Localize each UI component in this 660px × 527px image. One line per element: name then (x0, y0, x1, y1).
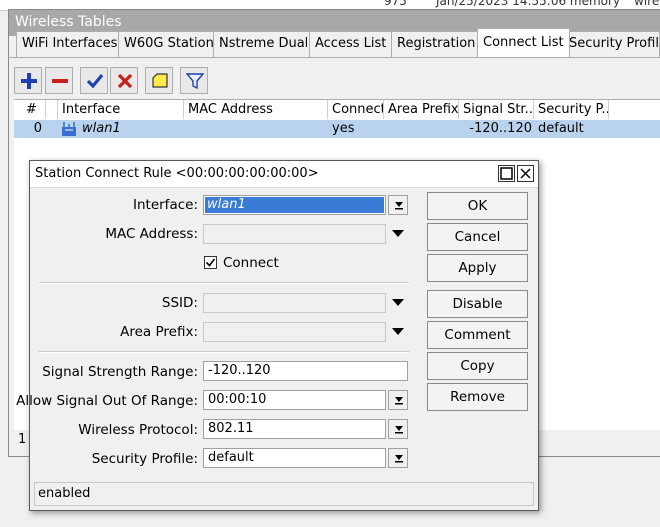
area-prefix-dropdown[interactable] (388, 322, 408, 342)
separator (39, 282, 409, 284)
enable-button[interactable] (80, 67, 108, 94)
comment-icon (152, 73, 168, 88)
disable-button[interactable] (110, 67, 138, 94)
remove-icon (52, 79, 68, 83)
row-interface: wlan1 (82, 121, 121, 136)
copy-button[interactable]: Copy (427, 352, 528, 380)
background-log-topic: wire (634, 0, 660, 8)
column-number[interactable]: # (14, 100, 46, 119)
checkmark-icon (205, 258, 216, 267)
tab-w60g-station[interactable]: W60G Station (118, 31, 220, 57)
remove-rule-button[interactable]: Remove (427, 383, 528, 411)
security-profile-dropdown-button[interactable] (388, 448, 408, 468)
security-profile-label: Security Profile: (91, 451, 198, 467)
chevron-down-icon (392, 230, 404, 237)
background-log-text: Jan/25/2023 14:55:06 memory (436, 0, 621, 8)
maximize-button[interactable] (498, 165, 515, 182)
disable-rule-button[interactable]: Disable (427, 290, 528, 318)
ssid-label: SSID: (161, 295, 198, 311)
interface-label: Interface: (133, 197, 198, 213)
wireless-protocol-label: Wireless Protocol: (78, 422, 198, 438)
wireless-protocol-field[interactable]: 802.11 (203, 419, 386, 439)
area-prefix-label: Area Prefix: (120, 324, 198, 340)
add-icon (21, 73, 37, 89)
area-prefix-field[interactable] (203, 322, 386, 342)
table-row[interactable]: 0 wlan1 yes -120..120 default (14, 120, 660, 138)
window-title: Wireless Tables (15, 14, 122, 30)
separator (39, 351, 409, 353)
add-button[interactable] (14, 67, 42, 94)
comment-rule-button[interactable]: Comment (427, 321, 528, 349)
security-profile-field[interactable]: default (203, 448, 386, 468)
maximize-icon (500, 167, 513, 180)
row-number: 0 (33, 121, 42, 136)
allow-signal-dropdown-button[interactable] (388, 390, 408, 410)
signal-strength-range-label: Signal Strength Range: (42, 364, 198, 380)
column-flags[interactable] (46, 100, 58, 119)
dropdown-arrow-icon (395, 202, 403, 210)
row-security-profile: default (538, 121, 584, 136)
dialog-title: Station Connect Rule <00:00:00:00:00:00> (35, 166, 319, 181)
interface-dropdown-button[interactable] (388, 195, 408, 215)
remove-button[interactable] (45, 67, 73, 94)
apply-button[interactable]: Apply (427, 254, 528, 282)
column-connect[interactable]: Connect (328, 100, 384, 119)
dialog-titlebar[interactable]: Station Connect Rule <00:00:00:00:00:00> (30, 161, 538, 188)
mac-address-dropdown[interactable] (388, 224, 408, 244)
ssid-field[interactable] (203, 293, 386, 313)
tab-connect-list[interactable]: Connect List (477, 28, 570, 58)
mac-address-label: MAC Address: (105, 226, 198, 242)
enable-icon (86, 73, 104, 89)
close-button[interactable] (517, 165, 534, 182)
signal-strength-range-field[interactable]: -120..120 (203, 361, 408, 381)
disable-icon (117, 73, 133, 89)
interface-select[interactable]: wlan1 (203, 195, 386, 215)
wireless-protocol-dropdown-button[interactable] (388, 419, 408, 439)
column-mac-address[interactable]: MAC Address (184, 100, 328, 119)
tab-divider (8, 57, 660, 58)
interface-select-value: wlan1 (205, 197, 384, 213)
background-log-number: 975 (384, 0, 407, 8)
allow-signal-out-of-range-label: Allow Signal Out Of Range: (16, 393, 198, 409)
cancel-button[interactable]: Cancel (427, 223, 528, 251)
row-area-prefix (384, 120, 459, 138)
dropdown-arrow-icon (395, 455, 403, 463)
status-text: enabled (38, 486, 91, 501)
allow-signal-out-of-range-field[interactable]: 00:00:10 (203, 390, 386, 410)
close-icon (520, 168, 531, 179)
tab-nstreme-dual[interactable]: Nstreme Dual (213, 31, 315, 57)
row-signal-strength: -120..120 (469, 121, 532, 136)
comment-button[interactable] (145, 67, 173, 94)
tab-wifi-interfaces[interactable]: WiFi Interfaces (16, 31, 124, 57)
tab-access-list[interactable]: Access List (309, 31, 393, 57)
tab-registration[interactable]: Registration (391, 31, 482, 57)
ok-button[interactable]: OK (427, 192, 528, 220)
column-area-prefix[interactable]: Area Prefix (384, 100, 459, 119)
ssid-dropdown[interactable] (388, 293, 408, 313)
column-interface[interactable]: Interface (58, 100, 184, 119)
dropdown-arrow-icon (395, 397, 403, 405)
connect-checkbox[interactable] (204, 256, 217, 269)
column-security-profile[interactable]: Security P... (534, 100, 609, 119)
dialog-status-bar: enabled (34, 482, 534, 506)
wireless-interface-icon (60, 120, 80, 138)
list-header: # Interface MAC Address Connect Area Pre… (14, 99, 660, 121)
connect-checkbox-label[interactable]: Connect (223, 255, 279, 271)
chevron-down-icon (392, 299, 404, 306)
filter-button[interactable] (180, 67, 208, 94)
tab-security-profiles[interactable]: Security Profiles (563, 31, 660, 57)
station-connect-rule-dialog: Station Connect Rule <00:00:00:00:00:00>… (16, 160, 539, 511)
column-signal-strength[interactable]: Signal Str... (459, 100, 534, 119)
row-mac-address (184, 120, 328, 138)
chevron-down-icon (392, 328, 404, 335)
mac-address-field[interactable] (203, 224, 386, 244)
filter-icon (186, 73, 204, 90)
row-connect: yes (332, 121, 355, 136)
dropdown-arrow-icon (395, 426, 403, 434)
